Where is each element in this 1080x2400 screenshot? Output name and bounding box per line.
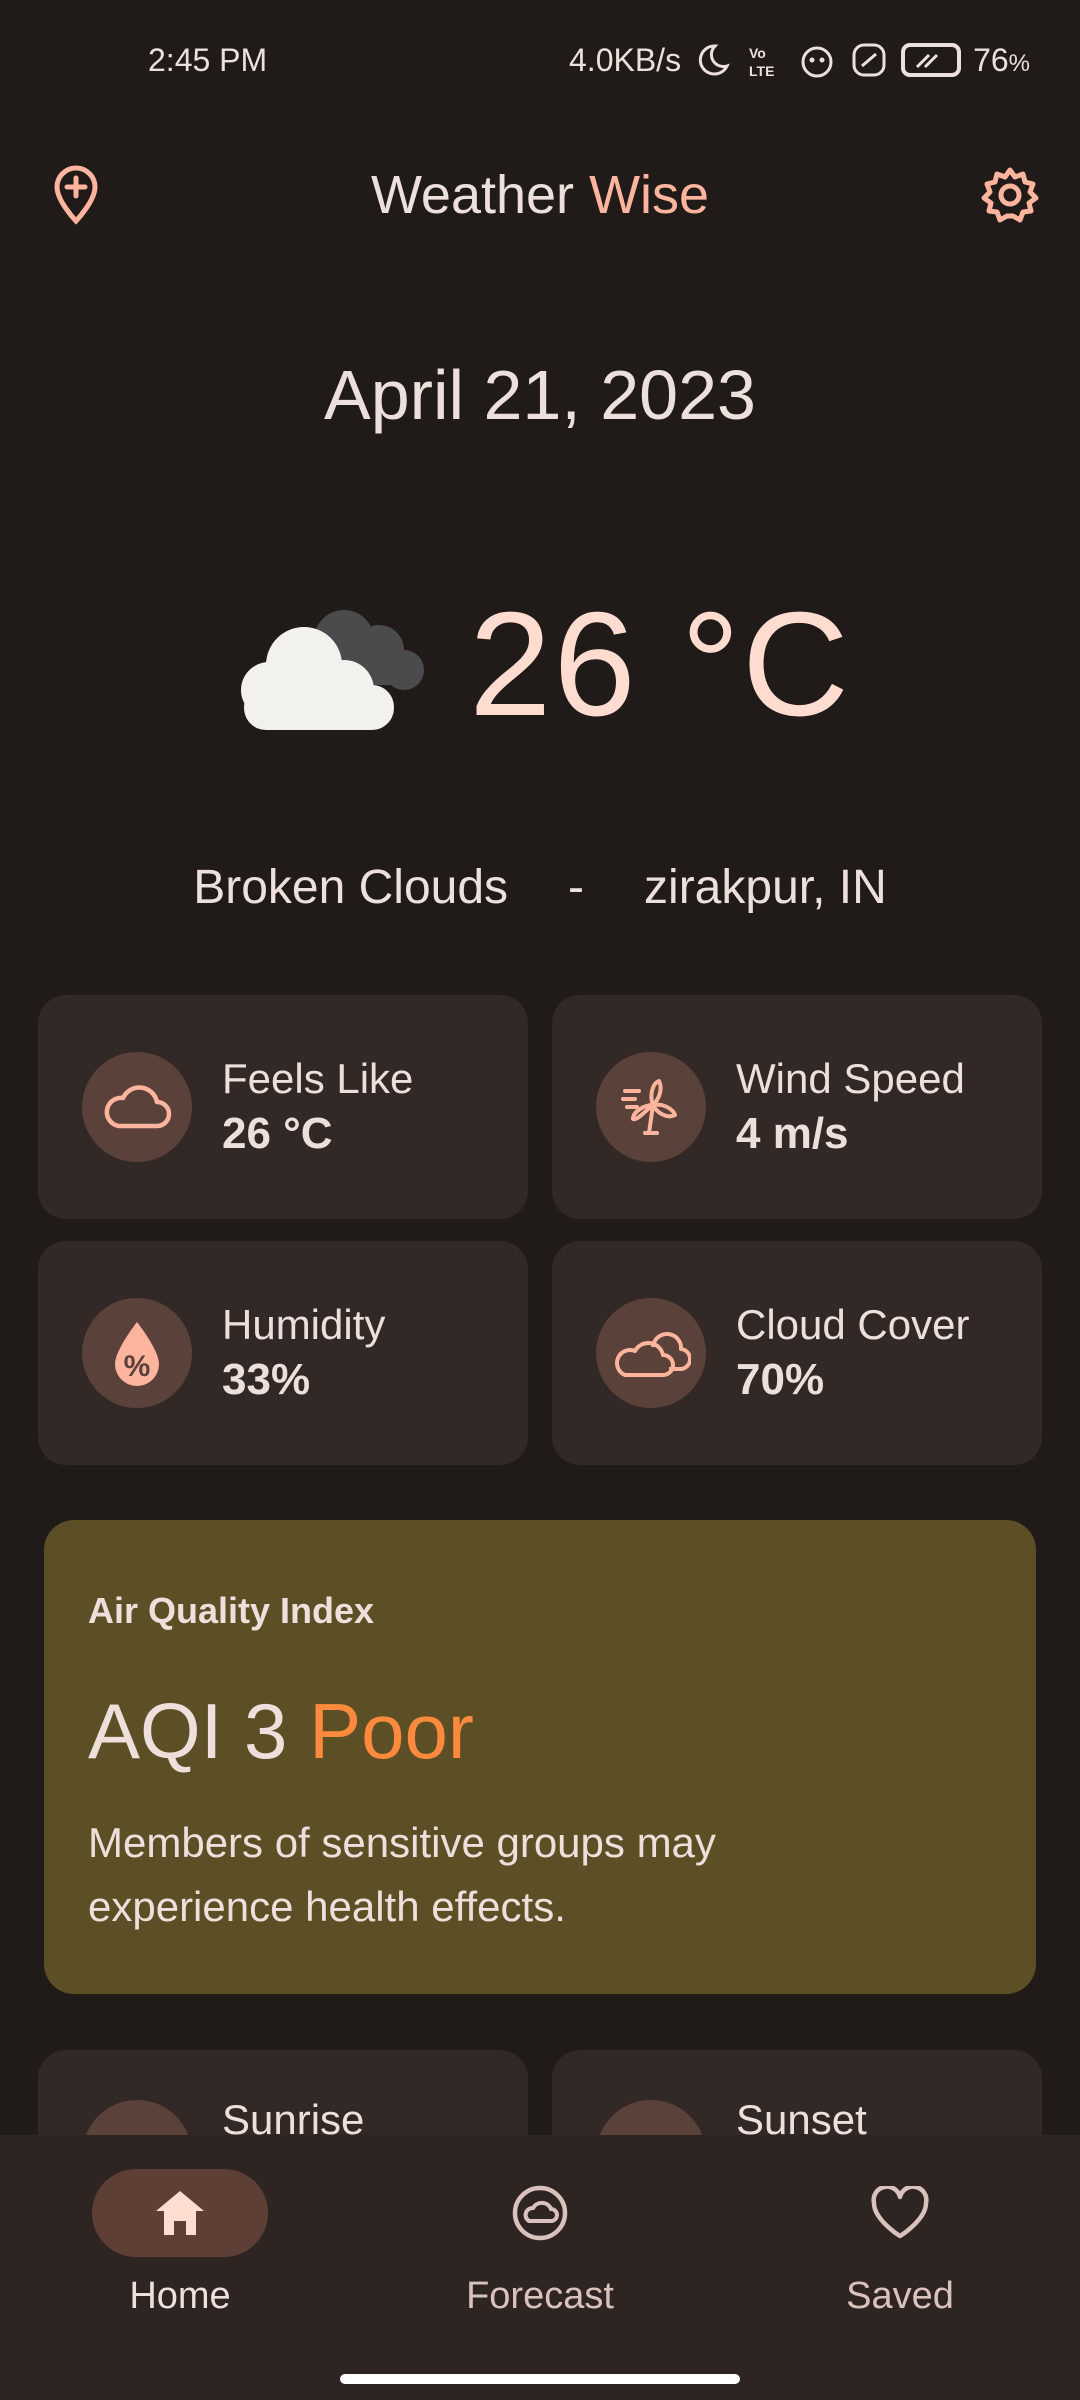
add-location-button[interactable] [40,159,112,231]
humidity-label: Humidity [222,1301,386,1349]
cloud-cover-label: Cloud Cover [736,1301,970,1349]
home-gesture-bar[interactable] [340,2374,740,2384]
svg-text:%: % [124,1350,151,1383]
bottom-navigation: Home Forecast Saved [0,2135,1080,2400]
humidity-tile: % Humidity 33% [38,1241,528,1465]
cloud-cover-value: 70% [736,1354,825,1404]
humidity-icon-circle: % [82,1298,192,1408]
wind-speed-label: Wind Speed [736,1055,965,1103]
broken-clouds-icon [241,610,425,730]
svg-text:LTE: LTE [749,63,774,79]
do-not-disturb-moon-icon [699,44,730,76]
add-location-icon [54,165,98,225]
status-bar: 2:45 PM 4.0KB/s Vo LTE 76% [0,0,1080,120]
nav-saved-label: Saved [846,2275,954,2317]
cloud-cover-tile: Cloud Cover 70% [552,1241,1042,1465]
cloud-cover-icon-circle [596,1298,706,1408]
aqi-title: Air Quality Index [88,1590,375,1631]
wind-speed-icon-circle [596,1052,706,1162]
cloud-icon [104,1085,172,1129]
feels-like-tile: Feels Like 26 °C [38,995,528,1219]
nav-home-label: Home [129,2275,231,2317]
forecast-icon [512,2185,568,2241]
nav-saved-indicator [812,2169,988,2257]
gear-icon [981,167,1039,223]
svg-text:Vo: Vo [749,45,766,61]
nav-home[interactable]: Home [30,2135,330,2400]
heart-icon [871,2186,929,2239]
battery-icon [901,43,962,77]
current-date: April 21, 2023 [324,356,756,434]
current-temperature: 26 °C [469,582,851,747]
aqi-description: Members of sensitive groups may experien… [88,1819,716,1930]
humidity-value: 33% [222,1354,311,1404]
network-speed: 4.0KB/s [569,41,682,78]
feels-like-value: 26 °C [222,1108,333,1158]
nav-forecast-label: Forecast [466,2275,614,2317]
nav-saved[interactable]: Saved [750,2135,1050,2400]
weather-condition: Broken Clouds [193,861,509,914]
aqi-value: AQI 3 [88,1687,288,1775]
aqi-value-row: AQI 3 Poor [88,1686,992,1777]
status-icons: 4.0KB/s Vo LTE 76% [569,40,1030,80]
battery-percent: 76% [973,41,1030,78]
location-name: zirakpur, IN [644,861,887,914]
settings-button[interactable] [974,159,1046,231]
home-icon [156,2191,204,2235]
app-title: Weather Wise [370,165,710,225]
aqi-status: Poor [309,1687,474,1775]
condition-location-row: Broken Clouds - zirakpur, IN [0,860,1080,915]
volte-icon: Vo LTE [749,45,774,79]
feels-like-icon-circle [82,1052,192,1162]
current-weather: 26 °C [0,580,1080,750]
top-app-bar: Weather Wise [0,140,1080,250]
app-notification-icon [801,46,833,78]
status-time: 2:45 PM [148,41,268,78]
feels-like-label: Feels Like [222,1055,414,1103]
separator: - [568,861,585,914]
air-quality-card: Air Quality Index AQI 3 Poor Members of … [44,1520,1036,1994]
nav-home-indicator [92,2169,268,2257]
wind-speed-value: 4 m/s [736,1108,849,1158]
app-notification-icon-2 [852,43,886,77]
nav-forecast[interactable]: Forecast [390,2135,690,2400]
humidity-drop-icon: % [115,1322,159,1386]
wind-speed-tile: Wind Speed 4 m/s [552,995,1042,1219]
wind-turbine-icon [621,1079,677,1135]
nav-forecast-indicator [452,2169,628,2257]
clouds-icon [615,1331,691,1377]
